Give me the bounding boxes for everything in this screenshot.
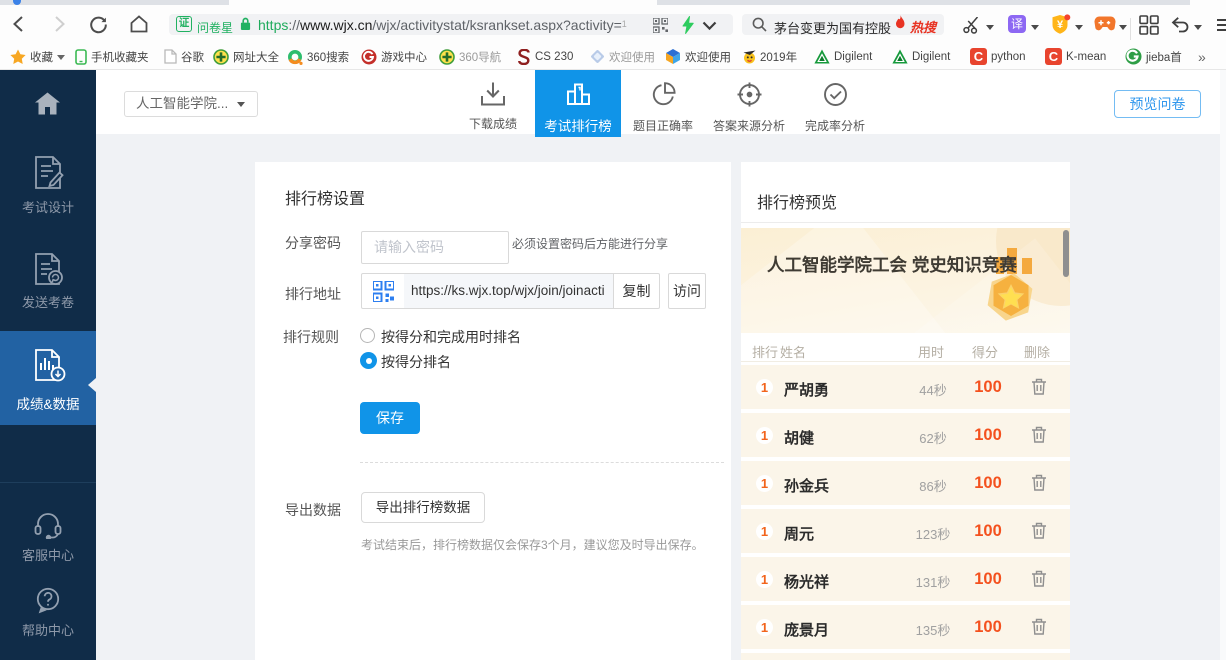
svg-text:¥: ¥ (1057, 19, 1064, 31)
